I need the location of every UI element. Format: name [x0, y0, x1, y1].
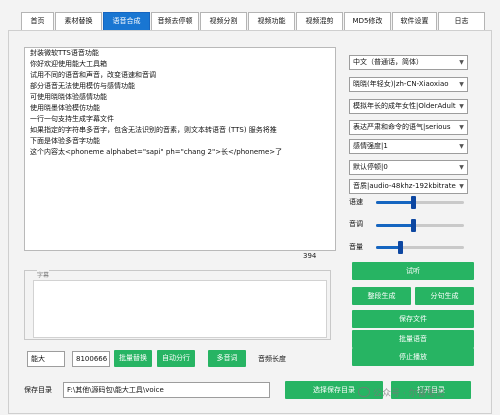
text-line: 你好欢迎使用能大工具箱	[30, 60, 107, 68]
language-select[interactable]: 中文（普通话，简体） ▼	[349, 55, 468, 70]
speed-slider-fill	[376, 201, 413, 204]
save-file-button[interactable]: 保存文件	[352, 310, 474, 328]
chevron-down-icon: ▼	[456, 180, 467, 193]
chevron-down-icon: ▼	[456, 78, 467, 91]
watermark: 公众号 · 尔雷笔记	[358, 386, 445, 399]
quality-select[interactable]: 音质|audio-48khz-192kbitrate ▼	[349, 179, 468, 194]
stop-playback-button[interactable]: 停止播放	[352, 348, 474, 366]
text-line: 这个内容太<phoneme alphabet="sapi" ph="chang …	[30, 148, 283, 156]
tab-md5-modify[interactable]: MD5修改	[344, 12, 391, 31]
speed-slider-handle[interactable]	[410, 196, 416, 209]
pause-select-value: 默认停顿|0	[353, 163, 388, 171]
chevron-down-icon: ▼	[456, 161, 467, 174]
text-line: 试用不同的语音和声音，改变语速和音调	[30, 71, 156, 79]
emotion-select-value: 感情强度|1	[353, 142, 388, 150]
volume-slider-handle[interactable]	[397, 241, 403, 254]
text-line: 使用晓墨体验模仿功能	[30, 104, 100, 112]
tab-audio-pause-removal[interactable]: 音频去停顿	[151, 12, 199, 31]
language-select-value: 中文（普通话，简体）	[353, 58, 423, 66]
text-line: 封装微软TTS语音功能	[30, 49, 99, 57]
voice-select[interactable]: 晓晓(年轻女)|zh-CN-Xiaoxiao ▼	[349, 77, 468, 92]
split-generate-button[interactable]: 分句生成	[415, 287, 474, 305]
pitch-slider-fill	[376, 224, 413, 227]
batch-replace-button[interactable]: 批量替换	[114, 350, 152, 367]
speed-slider[interactable]	[376, 196, 464, 209]
style-select-value: 表达严肃和命令的语气|serious	[353, 123, 451, 131]
text-line: 如果指定的字符串多音字，包含无法识别的音素，则文本转语音 (TTS) 服务将推	[30, 126, 277, 134]
batch-voice-button[interactable]: 批量语音	[352, 330, 474, 348]
role-select[interactable]: 模拟年长的成年女性|OlderAdult ▼	[349, 99, 468, 114]
subtitle-group: 字幕	[24, 270, 331, 340]
chevron-down-icon: ▼	[456, 140, 467, 153]
tab-video-split[interactable]: 视频分割	[200, 12, 247, 31]
pause-select[interactable]: 默认停顿|0 ▼	[349, 160, 468, 175]
tab-bar: 首页 素材替换 语音合成 音频去停顿 视频分割 视频功能 视频混剪 MD5修改 …	[0, 0, 500, 34]
tts-text-input[interactable]: 封装微软TTS语音功能 你好欢迎使用能大工具箱 试用不同的语音和声音，改变语速和…	[24, 47, 336, 251]
pitch-label: 音调	[349, 220, 363, 228]
tab-video-mix[interactable]: 视频混剪	[296, 12, 343, 31]
text-line: 下面是体验多音字功能	[30, 137, 100, 145]
tab-material-replace[interactable]: 素材替换	[55, 12, 102, 31]
char-count: 394	[303, 252, 317, 260]
volume-slider-fill	[376, 246, 400, 249]
number-input[interactable]: 8100666	[72, 351, 110, 367]
text-line: 一行一句支持生成字幕文件	[30, 115, 114, 123]
style-select[interactable]: 表达严肃和命令的语气|serious ▼	[349, 120, 468, 135]
chevron-down-icon: ▼	[456, 100, 467, 113]
speed-label: 语速	[349, 198, 363, 206]
chevron-down-icon: ▼	[456, 56, 467, 69]
tab-home[interactable]: 首页	[21, 12, 54, 31]
tab-log[interactable]: 日志	[438, 12, 485, 31]
pitch-slider[interactable]	[376, 219, 464, 232]
save-dir-label: 保存目录	[24, 386, 52, 394]
subtitle-label: 字幕	[37, 270, 50, 279]
multi-voice-button[interactable]: 多音词	[208, 350, 246, 367]
role-select-value: 模拟年长的成年女性|OlderAdult	[353, 102, 456, 110]
text-line: 可使用晓晓体验感情功能	[30, 93, 107, 101]
subtitle-textarea[interactable]	[33, 280, 327, 338]
auto-split-button[interactable]: 自动分行	[157, 350, 195, 367]
pitch-slider-handle[interactable]	[410, 219, 416, 232]
save-dir-input[interactable]: F:\其他\源码包\能大工具\voice	[63, 382, 270, 398]
emotion-select[interactable]: 感情强度|1 ▼	[349, 139, 468, 154]
voice-select-value: 晓晓(年轻女)|zh-CN-Xiaoxiao	[353, 80, 449, 88]
batch-generate-button[interactable]: 整段生成	[352, 287, 411, 305]
volume-label: 音量	[349, 243, 363, 251]
tab-software-settings[interactable]: 软件设置	[392, 12, 437, 31]
chevron-down-icon: ▼	[456, 121, 467, 134]
preview-button[interactable]: 试听	[352, 262, 474, 280]
text-line: 部分语音无法使用模仿与感情功能	[30, 82, 135, 90]
quality-select-value: 音质|audio-48khz-192kbitrate	[353, 182, 456, 190]
tab-video-functions[interactable]: 视频功能	[248, 12, 295, 31]
name-input[interactable]: 能大	[27, 351, 65, 367]
tab-speech-synthesis[interactable]: 语音合成	[103, 12, 150, 31]
audio-duration-label: 音频长度	[258, 355, 286, 363]
volume-slider[interactable]	[376, 241, 464, 254]
wechat-icon	[358, 387, 370, 397]
watermark-text: 公众号 · 尔雷笔记	[373, 389, 445, 399]
